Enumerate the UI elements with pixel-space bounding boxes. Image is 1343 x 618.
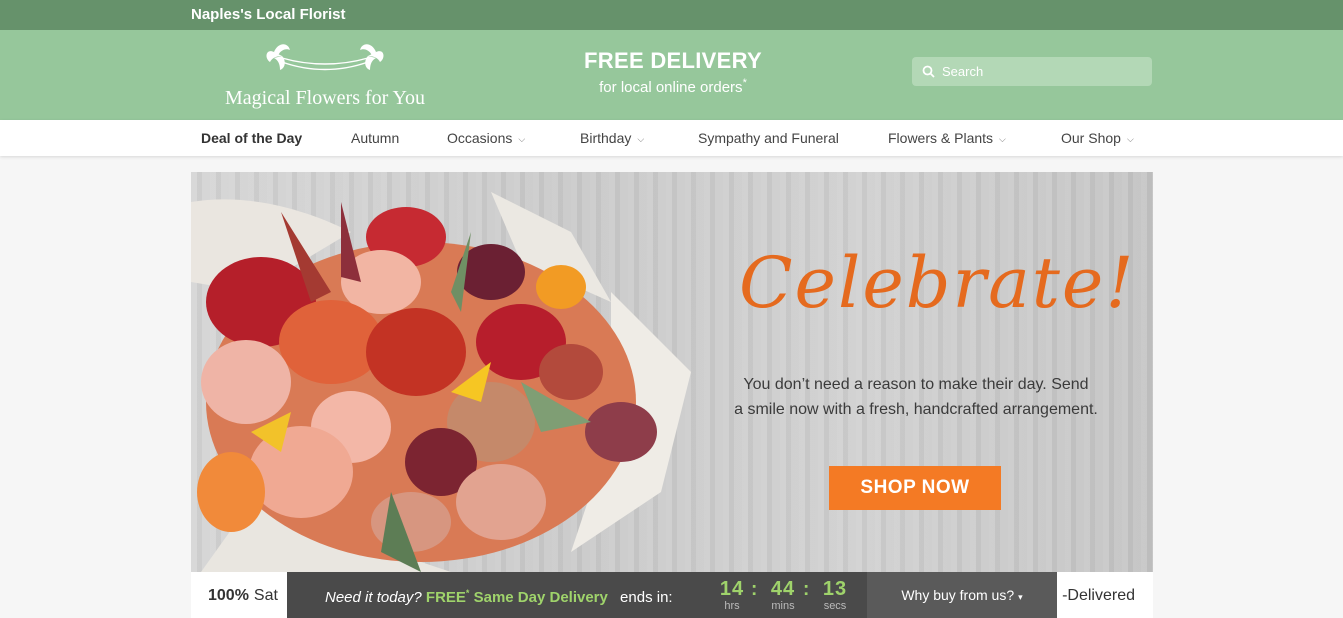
nav-item-autumn[interactable]: Autumn [351, 130, 399, 146]
bouquet-image [191, 192, 691, 572]
flower-logo-icon [266, 44, 384, 71]
hero-banner[interactable]: Celebrate! You don’t need a reason to ma… [191, 172, 1153, 572]
site-header: Magical Flowers for You FREE DELIVERY fo… [0, 30, 1343, 120]
countdown-unit: hrs [724, 600, 740, 612]
why-buy-label: Why buy from us? [901, 587, 1015, 603]
countdown-separator: : [803, 579, 810, 600]
nav-item-occasions[interactable]: Occasions ⌵ [447, 130, 525, 146]
delivery-question: Need it today? [325, 589, 422, 606]
search-input[interactable] [942, 57, 1142, 86]
delivery-ends-in: ends in: [620, 589, 673, 606]
nav-item-birthday[interactable]: Birthday ⌵ [580, 130, 644, 146]
chevron-down-icon: ⌵ [637, 134, 645, 144]
delivery-free-asterisk: * [465, 588, 470, 598]
free-delivery-promo: FREE DELIVERY for local online orders* [560, 48, 786, 96]
promo-subtitle: for local online orders [599, 79, 743, 96]
guarantee-left: 100% Sat [208, 587, 278, 605]
site-logo[interactable]: Magical Flowers for You [210, 40, 440, 112]
hero-copy: You don’t need a reason to make their da… [721, 372, 1111, 422]
same-day-delivery-bar: Need it today? FREE* Same Day Delivery e… [287, 572, 1057, 618]
main-nav: Deal of the Day Autumn Occasions ⌵ Birthd… [0, 120, 1343, 156]
countdown-value: 13 [822, 578, 848, 600]
countdown-separator: : [751, 579, 758, 600]
guarantee-right-text: -Delivered [1062, 587, 1135, 604]
countdown-minutes: 44 mins [763, 578, 803, 612]
delivery-service: Same Day Delivery [473, 589, 608, 606]
nav-item-sympathy-and-funeral[interactable]: Sympathy and Funeral [698, 130, 839, 146]
nav-item-label: Deal of the Day [201, 130, 303, 146]
promo-subtitle-wrap: for local online orders* [560, 77, 786, 96]
logo-name: Magical Flowers for You [225, 87, 425, 109]
top-bar: Naples's Local Florist [0, 0, 1343, 30]
hero-copy-line-2: a smile now with a fresh, handcrafted ar… [734, 401, 1098, 418]
hero-copy-line-1: You don’t need a reason to make their da… [743, 376, 1089, 393]
nav-item-label: Birthday [580, 130, 632, 146]
countdown-unit: secs [823, 600, 847, 612]
nav-item-our-shop[interactable]: Our Shop ⌵ [1061, 130, 1134, 146]
chevron-down-icon: ⌵ [518, 134, 526, 144]
countdown-value: 14 [719, 578, 745, 600]
search-icon [922, 65, 935, 78]
hero-headline: Celebrate! [739, 242, 1136, 324]
delivery-free: FREE* [425, 588, 470, 606]
delivery-message: Need it today? FREE* Same Day Delivery e… [325, 588, 673, 606]
countdown-seconds: 13 secs [815, 578, 855, 612]
nav-item-deal-of-the-day[interactable]: Deal of the Day [201, 130, 302, 146]
chevron-down-icon: ⌵ [999, 134, 1006, 144]
countdown-unit: mins [771, 600, 795, 612]
guarantee-percent: 100% [208, 587, 249, 604]
nav-item-label: Our Shop [1061, 130, 1121, 146]
nav-item-label: Flowers & Plants [888, 130, 994, 146]
delivery-free-label: FREE [425, 589, 466, 606]
nav-item-flowers-and-plants[interactable]: Flowers & Plants ⌵ [888, 130, 1006, 146]
nav-item-label: Autumn [351, 130, 400, 146]
why-buy-from-us-button[interactable]: Why buy from us? ▾ [867, 572, 1057, 618]
promo-asterisk: * [742, 77, 747, 89]
promo-title: FREE DELIVERY [584, 48, 762, 73]
chevron-down-icon: ⌵ [1126, 134, 1134, 144]
shop-now-button[interactable]: SHOP NOW [829, 466, 1001, 510]
nav-item-label: Occasions [447, 130, 513, 146]
search-box[interactable] [912, 57, 1152, 86]
store-tagline: Naples's Local Florist [191, 6, 346, 23]
guarantee-left-text: Sat [253, 587, 278, 604]
nav-item-label: Sympathy and Funeral [698, 130, 839, 146]
countdown-value: 44 [770, 578, 796, 600]
countdown-hours: 14 hrs [712, 578, 752, 612]
caret-down-icon: ▾ [1018, 592, 1023, 602]
